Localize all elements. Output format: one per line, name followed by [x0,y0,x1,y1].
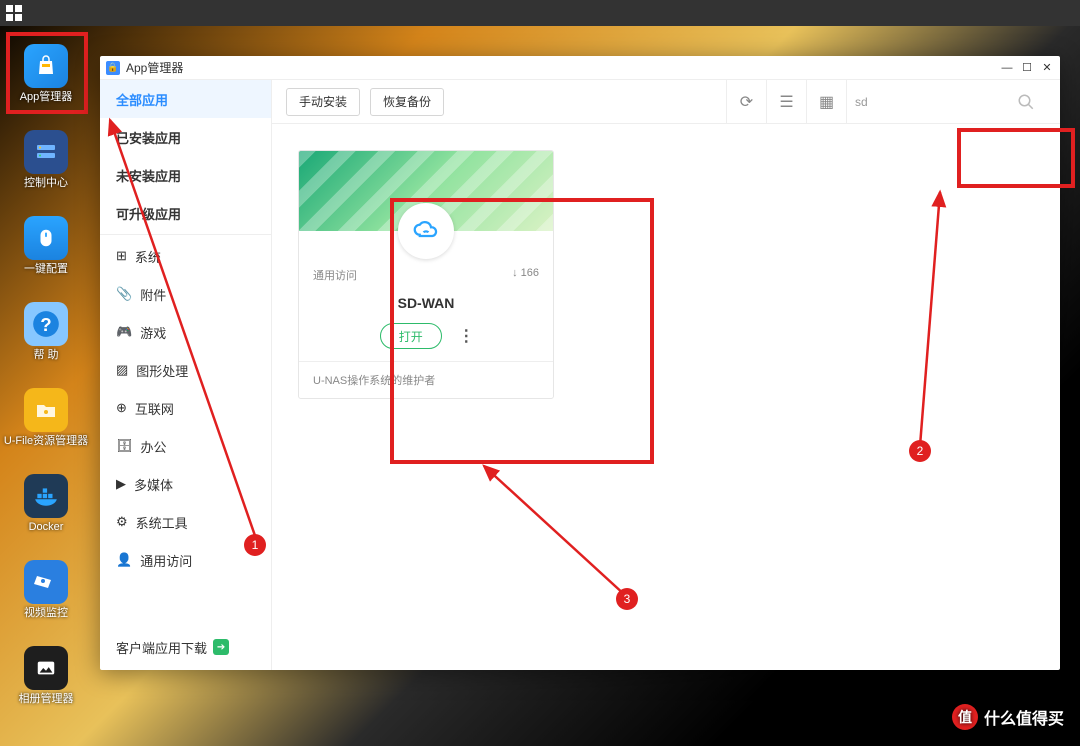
gamepad-icon: 🎮 [116,324,132,340]
image-icon: ▨ [116,362,128,378]
dock-photo-manager[interactable]: 相册管理器 [19,646,74,706]
search-input[interactable] [847,87,1018,117]
window-icon: 🔒 [106,61,120,75]
apps-grid-icon[interactable] [6,5,22,21]
system-topbar [0,0,1080,26]
briefcase-icon: 🗄 [116,438,133,454]
windows-icon: ⊞ [116,248,127,264]
annotation-marker-1: 1 [244,534,266,556]
maximize-button[interactable]: ☐ [1020,61,1034,75]
sidebar-cat-graphics[interactable]: ▨图形处理 [100,351,271,389]
dock-label: 相册管理器 [19,692,74,706]
docker-icon [24,474,68,518]
dock-label: 控制中心 [24,176,68,190]
dock-one-click-config[interactable]: 一键配置 [24,216,68,276]
sidebar-cat-system[interactable]: ⊞系统 [100,237,271,275]
sidebar-cat-internet[interactable]: ⊕互联网 [100,389,271,427]
dock-label: 一键配置 [24,262,68,276]
arrow-right-icon: ➔ [213,639,229,655]
gear-icon: ⚙ [116,514,128,530]
annotation-box-2 [957,128,1075,188]
grid-view-icon[interactable]: ▦ [806,80,846,124]
globe-icon: ⊕ [116,400,127,416]
minimize-button[interactable]: — [1000,61,1014,75]
close-button[interactable]: ✕ [1040,61,1054,75]
toolbar: 手动安装 恢复备份 ⟳ ☰ ▦ [272,80,1060,124]
watermark: 值 什么值得买 [952,704,1064,730]
sidebar: 全部应用 已安装应用 未安装应用 可升级应用 ⊞系统 📎附件 🎮游戏 ▨图形处理… [100,80,272,670]
dock-video-monitor[interactable]: 视频监控 [24,560,68,620]
dock-docker[interactable]: Docker [24,474,68,534]
dock-help[interactable]: ? 帮 助 [24,302,68,362]
person-icon: 👤 [116,552,132,568]
dock-label: U-File资源管理器 [4,434,88,448]
sidebar-cat-multimedia[interactable]: ▶多媒体 [100,465,271,503]
annotation-marker-2: 2 [909,440,931,462]
refresh-icon[interactable]: ⟳ [726,80,766,124]
dock-label: 帮 助 [33,348,58,362]
sidebar-cat-system-tools[interactable]: ⚙系统工具 [100,503,271,541]
dock-control-center[interactable]: 控制中心 [24,130,68,190]
watermark-badge-icon: 值 [952,704,978,730]
help-icon: ? [24,302,68,346]
paperclip-icon: 📎 [116,286,132,302]
dock-ufile[interactable]: U-File资源管理器 [4,388,88,448]
sidebar-item-installed[interactable]: 已安装应用 [100,118,271,156]
search-icon[interactable] [1006,80,1046,124]
folder-icon [24,388,68,432]
mouse-icon [24,216,68,260]
photo-icon [24,646,68,690]
sidebar-cat-accessories[interactable]: 📎附件 [100,275,271,313]
sidebar-item-not-installed[interactable]: 未安装应用 [100,156,271,194]
watermark-text: 什么值得买 [984,705,1064,729]
sidebar-cat-games[interactable]: 🎮游戏 [100,313,271,351]
dashboard-icon [24,130,68,174]
play-icon: ▶ [116,476,126,492]
manual-install-button[interactable]: 手动安装 [286,88,360,116]
annotation-box-3 [390,198,654,464]
search-wrap [846,80,1006,124]
list-view-icon[interactable]: ☰ [766,80,806,124]
annotation-box-1 [6,32,88,114]
restore-backup-button[interactable]: 恢复备份 [370,88,444,116]
sidebar-cat-office[interactable]: 🗄办公 [100,427,271,465]
sidebar-item-upgradable[interactable]: 可升级应用 [100,194,271,232]
sidebar-item-all-apps[interactable]: 全部应用 [100,80,271,118]
annotation-marker-3: 3 [616,588,638,610]
window-titlebar[interactable]: 🔒 App管理器 — ☐ ✕ [100,56,1060,80]
svg-text:?: ? [40,314,51,335]
card-category: 通用访问 [313,267,357,283]
sidebar-client-download[interactable]: 客户端应用下载 ➔ [100,624,271,670]
window-title: App管理器 [126,59,183,76]
camera-icon [24,560,68,604]
dock-label: 视频监控 [24,606,68,620]
desktop-dock: App管理器 控制中心 一键配置 ? 帮 助 U-File资源管理器 Docke… [0,26,92,706]
dock-label: Docker [29,520,64,534]
